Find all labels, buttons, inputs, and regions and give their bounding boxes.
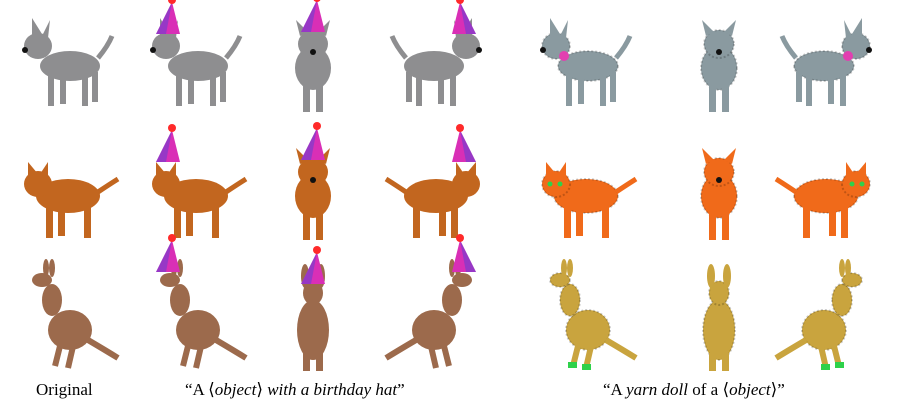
cat-birthday-hat-side-right-render [384,124,494,252]
dog-birthday-hat-front-illustration [295,0,331,112]
cat-original-side-left-render [10,134,120,252]
caption-hat-suffix: with a birthday hat [267,380,398,399]
caption-original: Original [36,380,93,400]
kangaroo-birthday-hat-front-render [258,246,368,376]
figure-grid [0,0,902,411]
dog-birthday-hat-side-right-render [384,0,494,124]
dog-yarn-doll-front-illustration [700,20,738,112]
kangaroo-birthday-hat-side-left-render [138,234,248,376]
cat-birthday-hat-side-left-illustration [152,124,248,238]
kangaroo-yarn-doll-side-left-illustration [549,259,638,370]
caption-original-text: Original [36,380,93,399]
dog-birthday-hat-side-left-render [138,0,248,124]
dog-yarn-doll-side-right-render [774,6,884,124]
kangaroo-birthday-hat-front-illustration [297,246,329,371]
kangaroo-original-side-left-render [10,258,120,376]
kangaroo-yarn-doll-side-right-illustration [774,259,863,370]
dog-yarn-doll-front-render [664,6,774,124]
kangaroo-original-side-left-illustration [32,259,120,369]
kangaroo-birthday-hat-side-left-illustration [156,234,248,369]
caption-yarn-object: object [729,380,771,399]
cat-yarn-doll-front-render [664,134,774,252]
dog-original-side-left-illustration [22,18,115,106]
caption-yarn-doll: “A yarn doll of a ⟨object⟩” [603,380,785,400]
kangaroo-yarn-doll-front-illustration [702,264,736,371]
cat-yarn-doll-side-right-render [774,134,884,252]
dog-birthday-hat-front-render [258,0,368,124]
caption-yarn-mid: of a ⟨ [688,380,730,399]
cat-birthday-hat-front-illustration [295,122,331,240]
cat-original-side-left-illustration [24,162,120,238]
caption-hat-end: ” [397,380,405,399]
kangaroo-birthday-hat-side-right-illustration [384,234,476,369]
dog-birthday-hat-side-right-illustration [389,0,482,106]
cat-birthday-hat-side-left-render [138,124,248,252]
cat-yarn-doll-front-illustration [700,148,738,240]
dog-original-side-left-render [10,6,120,124]
cat-yarn-doll-side-right-illustration [774,162,871,238]
kangaroo-yarn-doll-side-right-render [774,258,884,376]
caption-hat-mid: ⟩ [256,380,268,399]
cat-yarn-doll-side-left-illustration [541,162,638,238]
kangaroo-yarn-doll-front-render [664,258,774,376]
caption-yarn-doll-text: yarn doll [626,380,688,399]
caption-yarn-end: ⟩” [770,380,785,399]
dog-birthday-hat-side-left-illustration [150,0,243,106]
caption-hat-object: object [214,380,257,399]
kangaroo-yarn-doll-side-left-render [528,258,638,376]
dog-yarn-doll-side-left-render [528,6,638,124]
dog-yarn-doll-side-right-illustration [779,18,872,106]
caption-yarn-prefix: “A [603,380,627,399]
cat-birthday-hat-front-render [258,122,368,252]
cat-birthday-hat-side-right-illustration [384,124,480,238]
caption-birthday-hat: “A ⟨object⟩ with a birthday hat” [185,380,405,400]
dog-yarn-doll-side-left-illustration [540,18,633,106]
caption-hat-prefix: “A ⟨ [185,380,215,399]
kangaroo-birthday-hat-side-right-render [384,234,494,376]
cat-yarn-doll-side-left-render [528,134,638,252]
